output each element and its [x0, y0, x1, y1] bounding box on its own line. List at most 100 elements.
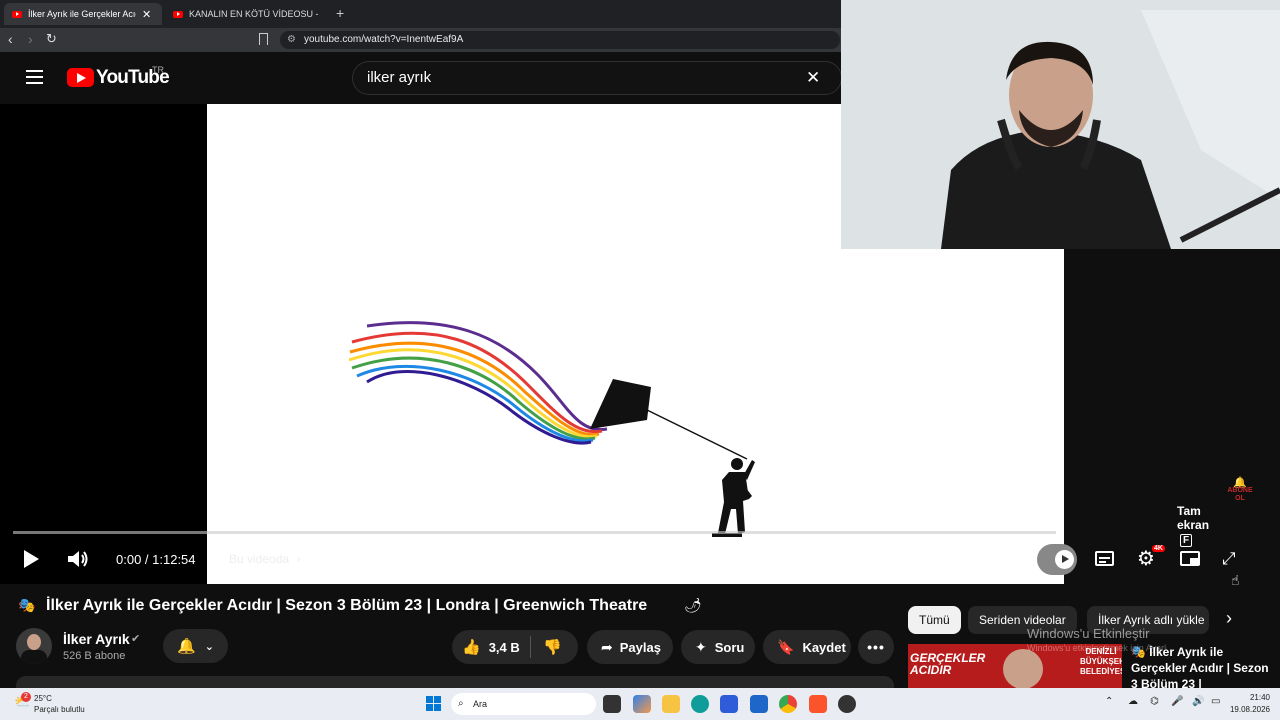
notification-button[interactable]: 🔔 ⌄	[163, 629, 228, 663]
subtitles-icon[interactable]	[1095, 551, 1114, 566]
like-button[interactable]: 👍 3,4 B	[452, 636, 531, 658]
channel-name[interactable]: İlker Ayrık	[63, 631, 130, 647]
progress-bar[interactable]	[13, 531, 1056, 534]
weather-desc: Parçalı bulutlu	[34, 705, 85, 714]
tab-title: KANALIN EN KÖTÜ VİDEOSU - Hama	[189, 9, 319, 19]
search-input[interactable]: ilker ayrık	[352, 61, 842, 95]
copilot-icon[interactable]	[633, 695, 651, 713]
thumbs-down-icon: 👎	[543, 639, 562, 656]
edge-icon[interactable]	[691, 695, 709, 713]
chip-all[interactable]: Tümü	[908, 606, 961, 634]
battery-icon[interactable]: ▭	[1211, 696, 1220, 707]
streamer-photo	[841, 0, 1280, 249]
autoplay-toggle[interactable]	[1037, 544, 1077, 575]
settings-quality-badge: 4K	[1152, 545, 1165, 552]
tab-title: İlker Ayrık ile Gerçekler Acıdı	[28, 9, 136, 19]
search-value: ilker ayrık	[367, 69, 432, 86]
tab-inactive[interactable]: KANALIN EN KÖTÜ VİDEOSU - Hama	[165, 3, 330, 25]
menu-icon[interactable]	[26, 70, 43, 84]
title-emoji-icon: 🎭	[18, 597, 36, 613]
webcam-overlay	[841, 0, 1280, 249]
brave-icon[interactable]	[809, 695, 827, 713]
taskbar-search[interactable]: ⌕ Ara	[451, 693, 596, 715]
share-icon: ➦	[601, 638, 613, 655]
windows-start-icon[interactable]	[426, 696, 442, 712]
tooltip-text: Tam ekran	[1177, 504, 1210, 532]
clock-date[interactable]: 19.08.2026	[1222, 705, 1270, 714]
bookmark-icon: 🔖	[777, 638, 795, 655]
pepper-icon: 🌶	[684, 597, 702, 613]
chevron-down-icon: ⌄	[204, 640, 214, 653]
forward-icon[interactable]: ›	[28, 31, 33, 47]
taskbar: ⛅ 2 25°C Parçalı bulutlu ⌕ Ara ⌃ ☁ ⌬ 🎤 🔊…	[0, 688, 1280, 720]
back-icon[interactable]: ‹	[8, 31, 13, 47]
chrome-icon[interactable]	[779, 695, 797, 713]
bell-icon: 🔔	[177, 638, 196, 655]
chapter-label: Bu videoda	[229, 552, 290, 566]
save-button[interactable]: 🔖 Kaydet	[763, 630, 851, 664]
url-field[interactable]: ⚙ youtube.com/watch?v=InentwEaf9A	[280, 31, 840, 49]
obs-icon[interactable]	[838, 695, 856, 713]
tooltip-key: F	[1180, 534, 1193, 547]
share-label: Paylaş	[619, 639, 661, 655]
outlook-icon[interactable]	[750, 695, 768, 713]
search-icon: ⌕	[458, 698, 464, 709]
taskbar-search-placeholder: Ara	[473, 699, 488, 709]
play-icon[interactable]	[24, 550, 39, 568]
youtube-favicon-icon	[173, 10, 183, 18]
region-code: TR	[152, 65, 164, 75]
miniplayer-icon[interactable]	[1180, 551, 1200, 566]
bell-icon: 🔔	[1233, 477, 1247, 489]
autoplay-knob	[1055, 550, 1074, 569]
like-dislike-group: 👍 3,4 B 👎	[452, 630, 578, 664]
tray-overflow-icon[interactable]: ⌃	[1105, 696, 1113, 707]
verified-icon: ✔	[131, 633, 141, 645]
save-label: Kaydet	[802, 639, 846, 655]
like-count: 3,4 B	[488, 639, 520, 655]
bookmark-icon[interactable]	[259, 33, 268, 45]
tab-active[interactable]: İlker Ayrık ile Gerçekler Acıdı ✕	[4, 3, 162, 25]
weather-badge: 2	[21, 692, 31, 702]
time-display: 0:00 / 1:12:54	[116, 552, 196, 567]
fullscreen-icon[interactable]: ⤢	[1222, 549, 1236, 569]
clear-search-icon[interactable]: ✕	[806, 68, 820, 88]
youtube-logo-icon[interactable]	[67, 68, 94, 87]
chevron-right-icon[interactable]: ›	[1226, 608, 1232, 629]
video-title: İlker Ayrık ile Gerçekler Acıdır | Sezon…	[46, 597, 648, 614]
subscribe-watermark[interactable]: 🔔 ABONE OL	[1223, 477, 1257, 503]
microphone-icon[interactable]: 🎤	[1171, 696, 1183, 707]
channel-avatar[interactable]	[16, 628, 52, 664]
thumbnail-text: GERÇEKLER ACIDIR	[910, 651, 986, 677]
url-text: youtube.com/watch?v=InentwEaf9A	[304, 34, 464, 45]
store-icon[interactable]	[720, 695, 738, 713]
mouse-cursor-icon: ☝	[1231, 572, 1240, 588]
ask-button[interactable]: ✦ Soru	[681, 630, 755, 664]
weather-temp: 25°C	[34, 694, 52, 703]
file-explorer-icon[interactable]	[662, 695, 680, 713]
thumbs-up-icon: 👍	[462, 639, 481, 656]
new-tab-icon[interactable]: +	[336, 5, 344, 21]
subscriber-count: 526 B abone	[63, 650, 126, 662]
windows-activation-sub: Windows'u etkinleştirmek için Ayarlar'a …	[1027, 643, 1167, 653]
dislike-button[interactable]: 👎	[531, 638, 562, 656]
tab-close-icon[interactable]: ✕	[142, 8, 151, 21]
share-button[interactable]: ➦ Paylaş	[587, 630, 673, 664]
youtube-favicon-icon	[12, 10, 22, 18]
volume-icon[interactable]	[66, 549, 90, 569]
windows-activation-title: Windows'u Etkinleştir	[1027, 626, 1150, 641]
more-actions-button[interactable]: •••	[858, 630, 894, 664]
tray-app-icon[interactable]: ☁	[1128, 696, 1138, 707]
chapter-button[interactable]: Bu videoda ›	[215, 542, 318, 577]
site-info-icon[interactable]: ⚙	[287, 31, 296, 49]
settings-gear-icon[interactable]: ⚙	[1137, 549, 1155, 569]
reload-icon[interactable]: ↻	[46, 31, 57, 47]
clock-time[interactable]: 21:40	[1230, 693, 1270, 702]
ask-label: Soru	[714, 639, 745, 655]
more-horizontal-icon: •••	[867, 639, 885, 655]
task-view-icon[interactable]	[603, 695, 621, 713]
chevron-right-icon: ›	[296, 552, 301, 566]
speaker-icon[interactable]: 🔊	[1192, 696, 1204, 707]
fullscreen-tooltip: Tam ekran F	[1177, 504, 1210, 547]
sparkle-icon: ✦	[695, 638, 707, 655]
network-icon[interactable]: ⌬	[1150, 696, 1159, 707]
